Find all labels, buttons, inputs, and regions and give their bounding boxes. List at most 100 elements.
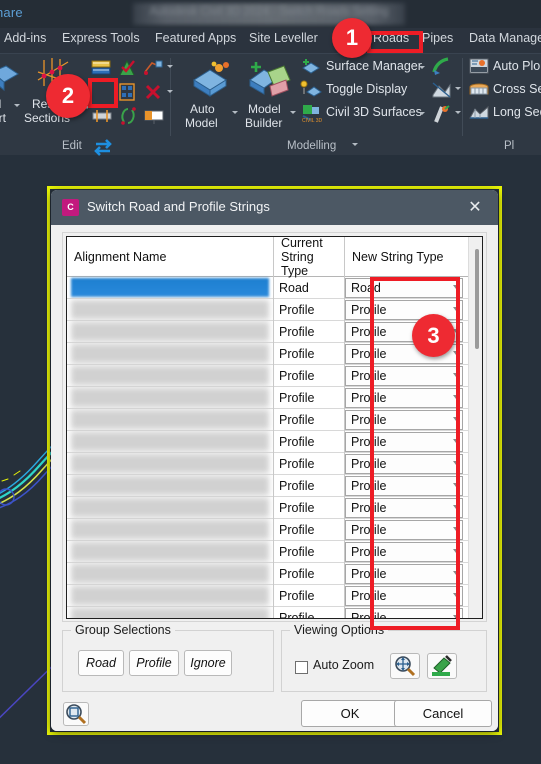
road-tool-icon[interactable] — [430, 104, 452, 129]
chevron-down-icon[interactable] — [453, 483, 459, 487]
table-row[interactable]: Profile Profile — [67, 497, 468, 519]
cell-new-string-type-combo[interactable]: Profile — [345, 432, 463, 452]
close-icon[interactable]: ✕ — [458, 196, 492, 220]
cell-alignment-name[interactable] — [67, 475, 273, 496]
section-edit-icon[interactable] — [90, 58, 112, 83]
cross-sections-label[interactable]: Cross Sec — [493, 83, 541, 96]
cell-new-string-type-combo[interactable]: Profile — [345, 366, 463, 386]
cancel-button[interactable]: Cancel — [394, 700, 492, 727]
cell-new-string-type-combo[interactable]: Profile — [345, 388, 463, 408]
chevron-down-icon[interactable] — [453, 615, 459, 618]
section-label-icon[interactable] — [142, 108, 166, 131]
chevron-down-icon[interactable] — [453, 549, 459, 553]
model-builder-icon[interactable] — [244, 58, 294, 105]
surface-analysis-dropdown-arrow[interactable] — [455, 87, 461, 90]
cell-new-string-type-combo[interactable]: Profile — [345, 476, 463, 496]
long-sections-label[interactable]: Long Sec — [493, 106, 541, 119]
column-header-current-string-type[interactable]: Current String Type — [274, 237, 344, 278]
dialog-titlebar[interactable]: C Switch Road and Profile Strings ✕ — [51, 190, 498, 225]
chevron-down-icon[interactable] — [453, 351, 459, 355]
table-row[interactable]: Profile Profile — [67, 563, 468, 585]
toggle-display-label[interactable]: Toggle Display — [326, 83, 407, 96]
table-row[interactable]: Profile Profile — [67, 431, 468, 453]
chevron-down-icon[interactable] — [453, 527, 459, 531]
table-row[interactable]: Profile Profile — [67, 409, 468, 431]
cell-new-string-type-combo[interactable]: Profile — [345, 454, 463, 474]
import-dropdown-arrow[interactable] — [14, 104, 20, 107]
auto-zoom-label[interactable]: Auto Zoom — [313, 658, 374, 672]
table-scrollbar[interactable] — [468, 237, 482, 618]
cell-new-string-type-combo[interactable]: Profile — [345, 608, 463, 618]
cell-new-string-type-combo[interactable]: Profile — [345, 520, 463, 540]
auto-plot-label[interactable]: Auto Plo — [493, 60, 540, 73]
chevron-down-icon[interactable] — [453, 593, 459, 597]
chevron-down-icon[interactable] — [453, 285, 459, 289]
table-row[interactable]: Profile Profile — [67, 475, 468, 497]
section-check-icon[interactable] — [116, 58, 138, 83]
auto-model-icon[interactable] — [188, 60, 234, 105]
chevron-down-icon[interactable] — [453, 417, 459, 421]
chevron-down-icon[interactable] — [453, 395, 459, 399]
ok-button[interactable]: OK — [301, 700, 399, 727]
switch-road-profile-strings-icon[interactable] — [92, 137, 114, 162]
cell-alignment-name[interactable] — [67, 277, 273, 298]
cell-alignment-name[interactable] — [67, 563, 273, 584]
auto-zoom-checkbox[interactable] — [295, 661, 308, 674]
cell-alignment-name[interactable] — [67, 409, 273, 430]
surface-import-icon[interactable] — [0, 60, 22, 99]
civil3d-surfaces-label[interactable]: Civil 3D Surfaces — [326, 106, 422, 119]
section-stack-icon[interactable] — [116, 82, 138, 107]
table-row[interactable]: Profile Profile — [67, 541, 468, 563]
cell-alignment-name[interactable] — [67, 497, 273, 518]
section-align-icon[interactable] — [90, 106, 114, 131]
section-pair-icon[interactable] — [118, 106, 140, 131]
highlight-marker-icon[interactable] — [427, 653, 457, 679]
tab-roads[interactable]: Roads — [373, 31, 409, 45]
table-row[interactable]: Profile Profile — [67, 321, 468, 343]
zoom-window-icon[interactable] — [63, 702, 89, 726]
cell-alignment-name[interactable] — [67, 321, 273, 342]
cell-new-string-type-combo[interactable]: Profile — [345, 542, 463, 562]
table-scrollbar-thumb[interactable] — [475, 249, 479, 349]
table-row[interactable]: Road Road — [67, 277, 468, 299]
chevron-down-icon[interactable] — [453, 505, 459, 509]
chevron-down-icon[interactable] — [453, 571, 459, 575]
section-template-dropdown-arrow[interactable] — [167, 65, 173, 68]
cell-alignment-name[interactable] — [67, 365, 273, 386]
cell-alignment-name[interactable] — [67, 607, 273, 618]
chevron-down-icon[interactable] — [453, 439, 459, 443]
cell-alignment-name[interactable] — [67, 343, 273, 364]
alignment-table-frame[interactable]: Alignment Name Current String Type New S… — [66, 236, 483, 619]
cell-alignment-name[interactable] — [67, 453, 273, 474]
column-header-alignment-name[interactable]: Alignment Name — [67, 237, 273, 277]
surface-analysis-icon[interactable] — [430, 80, 452, 105]
road-tool-dropdown-arrow[interactable] — [455, 111, 461, 114]
column-header-new-string-type[interactable]: New String Type — [345, 237, 468, 277]
surface-manager-dropdown-arrow[interactable] — [419, 66, 425, 69]
tab-featured-apps[interactable]: Featured Apps — [155, 31, 236, 45]
table-row[interactable]: Profile Profile — [67, 453, 468, 475]
surface-manager-label[interactable]: Surface Manager — [326, 60, 422, 73]
cell-alignment-name[interactable] — [67, 431, 273, 452]
table-row[interactable]: Profile Profile — [67, 343, 468, 365]
table-row[interactable]: Profile Profile — [67, 387, 468, 409]
auto-model-dropdown-arrow[interactable] — [232, 111, 238, 114]
share-button-label[interactable]: hare — [0, 5, 23, 20]
cell-new-string-type-combo[interactable]: Road — [345, 278, 463, 298]
table-row[interactable]: Profile Profile — [67, 365, 468, 387]
table-row[interactable]: Profile Profile — [67, 299, 468, 321]
surface-paint-icon[interactable] — [430, 56, 452, 81]
group-profile-button[interactable]: Profile — [129, 650, 179, 676]
table-row[interactable]: Profile Profile — [67, 519, 468, 541]
chevron-down-icon[interactable] — [453, 307, 459, 311]
civil3d-surfaces-dropdown-arrow[interactable] — [419, 112, 425, 115]
table-row[interactable]: Profile Profile — [67, 607, 468, 618]
section-template-icon[interactable] — [142, 58, 164, 83]
delete-section-dropdown-arrow[interactable] — [167, 90, 173, 93]
modelling-panel-expand-arrow[interactable] — [352, 143, 358, 146]
cell-alignment-name[interactable] — [67, 541, 273, 562]
cell-alignment-name[interactable] — [67, 299, 273, 320]
group-road-button[interactable]: Road — [78, 650, 124, 676]
table-row[interactable]: Profile Profile — [67, 585, 468, 607]
cell-new-string-type-combo[interactable]: Profile — [345, 498, 463, 518]
